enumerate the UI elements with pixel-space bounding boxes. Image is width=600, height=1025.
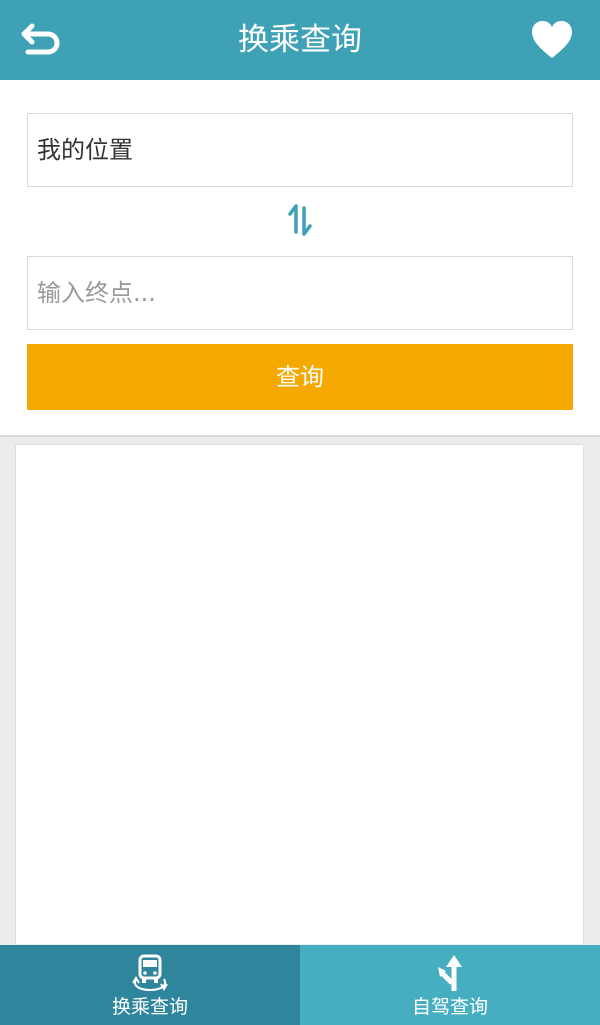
swap-locations-button[interactable] [285,202,315,238]
bus-transfer-icon [132,954,168,992]
tab-transit-label: 换乘查询 [111,996,188,1018]
results-panel [15,444,584,944]
app-root: 换乘查询 我的位置 查询 [0,0,600,1025]
page-title: 换乘查询 [238,22,362,58]
route-form: 我的位置 查询 [0,80,600,437]
heart-icon [532,21,572,58]
destination-field[interactable] [27,256,573,330]
tab-drive-query[interactable]: 自驾查询 [300,945,600,1025]
bottom-tab-bar: 换乘查询 自驾查询 [0,945,600,1025]
query-button[interactable]: 查询 [27,344,573,410]
drive-route-icon [438,955,462,991]
start-location-value: 我的位置 [37,136,133,164]
tab-transit-query[interactable]: 换乘查询 [0,945,300,1025]
header-bar: 换乘查询 [0,0,600,80]
tab-drive-label: 自驾查询 [411,996,488,1018]
destination-input[interactable] [37,258,557,328]
start-location-field[interactable]: 我的位置 [27,113,573,187]
swap-vertical-arrows-icon [288,204,312,236]
favorite-button[interactable] [530,20,574,60]
